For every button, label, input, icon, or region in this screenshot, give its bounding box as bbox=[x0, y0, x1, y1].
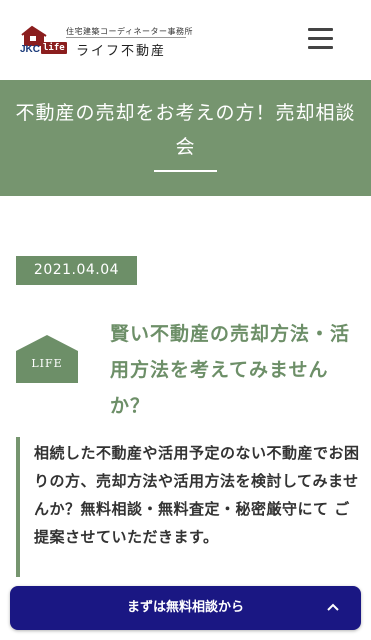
life-icon-label: LIFE bbox=[31, 357, 63, 370]
chevron-up-icon bbox=[327, 603, 339, 611]
logo-divider bbox=[66, 37, 186, 38]
logo-name: ライフ不動産 bbox=[76, 44, 167, 59]
post-body-text: 相続した不動産や活用予定のない不動産でお困りの方、売却方法や活用方法を検討してみ… bbox=[34, 444, 360, 546]
logo-jkc-text: JKC bbox=[20, 44, 41, 55]
hamburger-icon[interactable] bbox=[306, 26, 336, 50]
logo-life-text: life bbox=[41, 42, 67, 54]
page-title: 不動産の売却をお考えの方！売却相談会 bbox=[15, 102, 356, 158]
site-header: JKC life 住宅建築コーディネーター事務所 ライフ不動産 bbox=[0, 0, 371, 80]
section-heading: 賢い不動産の売却方法・活用方法を考えてみませんか？ bbox=[110, 323, 351, 417]
page-hero: 不動産の売却をお考えの方！売却相談会 bbox=[0, 80, 371, 196]
logo-subtitle: 住宅建築コーディネーター事務所 bbox=[66, 27, 193, 36]
title-underline bbox=[154, 170, 217, 172]
post-date-badge: 2021.04.04 bbox=[16, 256, 137, 285]
site-logo[interactable]: JKC life 住宅建築コーディネーター事務所 ライフ不動産 bbox=[20, 20, 200, 60]
free-consultation-button[interactable]: まずは無料相談から bbox=[10, 586, 361, 630]
cta-label: まずは無料相談から bbox=[126, 600, 244, 615]
post-body-block: 相続した不動産や活用予定のない不動産でお困りの方、売却方法や活用方法を検討してみ… bbox=[16, 437, 364, 577]
